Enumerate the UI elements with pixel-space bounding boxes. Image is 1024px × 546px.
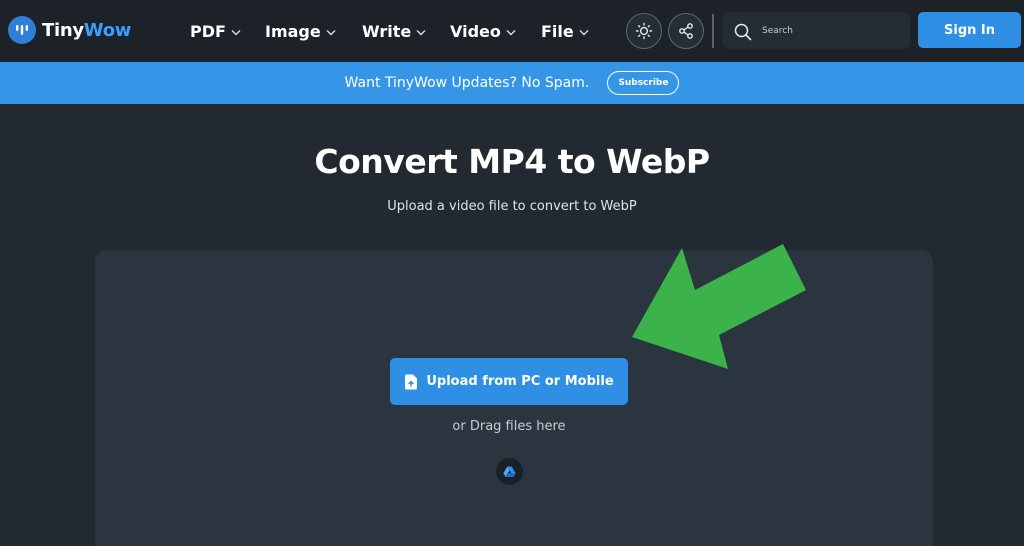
chevron-down-icon	[416, 29, 426, 35]
drag-files-hint: or Drag files here	[452, 419, 566, 434]
nav-item-label: Write	[362, 21, 412, 41]
subscribe-button[interactable]: Subscribe	[607, 71, 680, 95]
chevron-down-icon	[326, 29, 336, 35]
nav-item-video[interactable]: Video	[450, 20, 516, 42]
tinywow-logo-icon	[8, 16, 36, 44]
google-drive-button[interactable]	[496, 458, 523, 485]
top-navigation-bar: TinyWow PDF Image Write Video File Searc…	[0, 0, 1024, 62]
share-button[interactable]	[668, 13, 704, 49]
banner-text: Want TinyWow Updates? No Spam.	[344, 75, 590, 91]
file-upload-icon	[404, 374, 418, 390]
theme-toggle-button[interactable]	[626, 13, 662, 49]
sign-in-button[interactable]: Sign In	[918, 12, 1021, 48]
sun-icon	[635, 22, 653, 40]
nav-item-label: Video	[450, 21, 501, 41]
page-title: Convert MP4 to WebP	[314, 142, 710, 181]
upload-from-pc-button[interactable]: Upload from PC or Mobile	[390, 358, 628, 405]
nav-divider	[712, 14, 714, 48]
nav-item-image[interactable]: Image	[265, 20, 336, 42]
nav-item-pdf[interactable]: PDF	[190, 20, 241, 42]
chevron-down-icon	[506, 29, 516, 35]
updates-banner: Want TinyWow Updates? No Spam. Subscribe	[0, 62, 1024, 104]
nav-item-label: Image	[265, 21, 321, 41]
google-drive-icon	[503, 466, 516, 477]
nav-item-label: PDF	[190, 21, 226, 41]
chevron-down-icon	[231, 29, 241, 35]
page-subtitle: Upload a video file to convert to WebP	[387, 199, 637, 214]
search-icon	[734, 23, 752, 40]
nav-item-file[interactable]: File	[541, 20, 589, 42]
nav-item-write[interactable]: Write	[362, 20, 426, 42]
share-icon	[679, 23, 693, 39]
search-input[interactable]	[762, 25, 897, 36]
logo-text-wow: Wow	[83, 19, 132, 41]
chevron-down-icon	[579, 29, 589, 35]
upload-button-label: Upload from PC or Mobile	[426, 374, 614, 389]
nav-item-label: File	[541, 21, 574, 41]
logo-text-tiny: Tiny	[42, 19, 84, 41]
tinywow-logo-text: TinyWow	[42, 20, 131, 41]
page: TinyWow PDF Image Write Video File Searc…	[0, 0, 1024, 546]
search-box[interactable]	[723, 12, 910, 49]
tinywow-logo[interactable]: TinyWow	[8, 16, 131, 44]
